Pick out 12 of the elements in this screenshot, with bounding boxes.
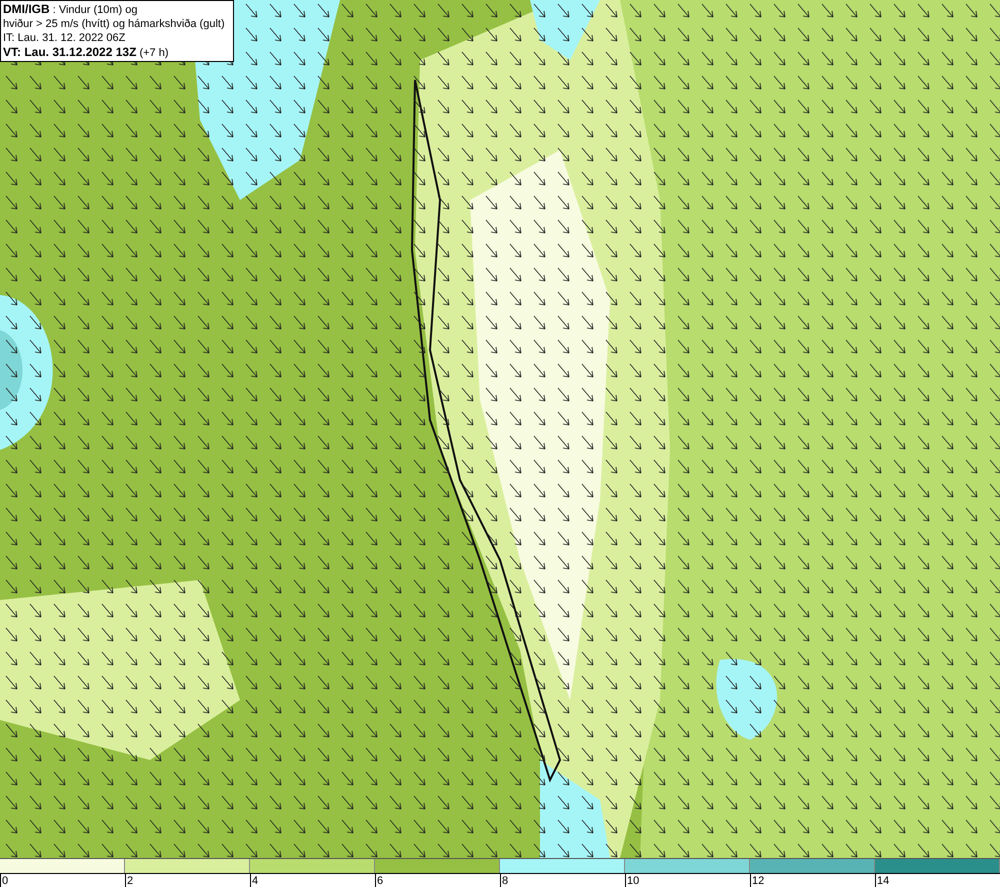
map-title-line: IT: Lau. 31. 12. 2022 06Z: [3, 31, 126, 45]
scale-tick-label: 6: [377, 874, 384, 887]
scale-tick-label: 14: [877, 874, 890, 887]
scale-tick-label: 2: [127, 874, 134, 887]
map-title-line: hviður > 25 m/s (hvítt) og hámarkshviða (gult): [3, 17, 226, 31]
scale-tick-label: 10: [627, 874, 640, 887]
map-title-line: VT: Lau. 31.12.2022 13Z (+7 h): [3, 45, 170, 60]
scale-tick-label: 12: [752, 874, 764, 887]
map-title-line: DMI/IGB : Vindur (10m) og: [3, 2, 139, 17]
scale-tick-label: 0: [2, 874, 8, 887]
scale-tick-label: 4: [252, 874, 258, 887]
scale-tick-label: 8: [502, 874, 508, 887]
